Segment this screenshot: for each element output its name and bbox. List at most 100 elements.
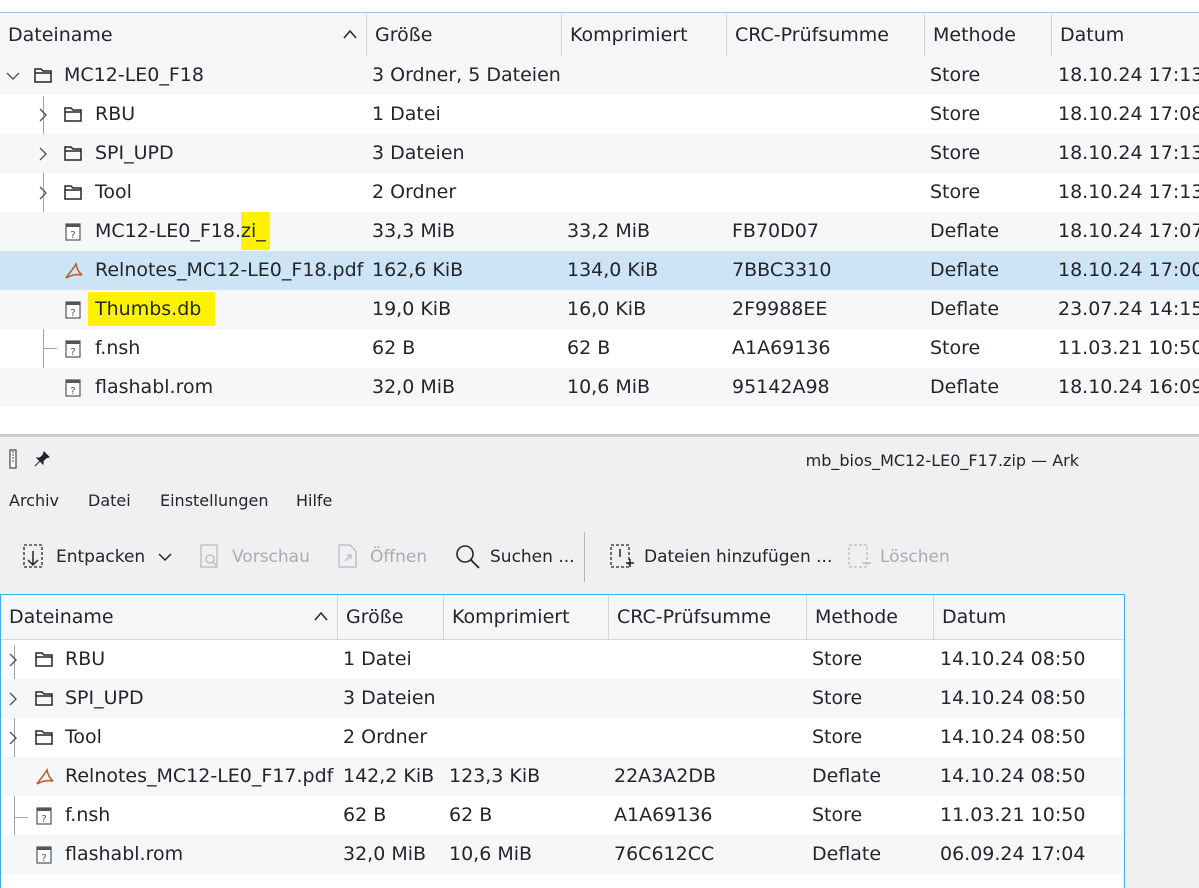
file-name: SPI_UPD [95, 142, 174, 164]
col-header-crc[interactable]: CRC-Prüfsumme [609, 595, 807, 639]
search-button[interactable]: Suchen ... [490, 546, 575, 568]
folder-icon [34, 68, 52, 83]
file-size: 1 Datei [343, 648, 412, 670]
table-row[interactable]: Relnotes_MC12-LE0_F17.pdf 142,2 KiB 123,… [1, 757, 1124, 796]
file-size: 19,0 KiB [372, 298, 452, 320]
preview-icon [200, 544, 218, 568]
file-name: MC12-LE0_F18.zi_ [95, 212, 270, 251]
highlighted-extension: zi_ [241, 212, 270, 250]
sort-ascending-icon [314, 611, 328, 621]
col-header-name[interactable]: Dateiname [1, 595, 338, 639]
svg-text:?: ? [70, 308, 75, 319]
table-row[interactable]: ? flashabl.rom 32,0 MiB 10,6 MiB 76C612C… [1, 835, 1124, 874]
file-name: flashabl.rom [95, 376, 214, 398]
search-icon[interactable] [455, 544, 481, 570]
file-method: Store [930, 103, 981, 125]
file-method: Store [930, 64, 981, 86]
file-name: Relnotes_MC12-LE0_F17.pdf [65, 765, 334, 787]
file-method: Store [930, 181, 981, 203]
chevron-right-icon[interactable] [7, 692, 19, 706]
open-button: Öffnen [370, 547, 428, 567]
table-row[interactable]: ? f.nsh 62 B 62 B A1A69136 Store 11.03.2… [1, 796, 1124, 835]
col-header-method[interactable]: Methode [925, 13, 1052, 57]
file-method: Store [812, 687, 863, 709]
table-row[interactable]: Tool 2 Ordner Store 14.10.24 08:50 [1, 718, 1124, 757]
col-header-compressed[interactable]: Komprimiert [562, 13, 727, 57]
table-row[interactable]: ? Thumbs.db 19,0 KiB 16,0 KiB 2F9988EE D… [0, 290, 1199, 329]
col-header-date[interactable]: Datum [1052, 13, 1199, 57]
extract-button[interactable]: Entpacken [56, 546, 145, 568]
unknown-file-icon: ? [65, 301, 81, 319]
table-row[interactable]: ? MC12-LE0_F18.zi_ 33,3 MiB 33,2 MiB FB7… [0, 212, 1199, 251]
col-header-date[interactable]: Datum [934, 595, 1124, 639]
col-header-compressed[interactable]: Komprimiert [444, 595, 609, 639]
col-header-size[interactable]: Größe [367, 13, 562, 57]
menu-einstellungen[interactable]: Einstellungen [160, 490, 268, 512]
title-bar[interactable]: mb_bios_MC12-LE0_F17.zip — Ark [0, 437, 1199, 479]
unknown-file-icon: ? [65, 379, 81, 397]
file-method: Deflate [930, 220, 1000, 242]
toolbar [0, 528, 1199, 586]
folder-icon [64, 185, 82, 200]
chevron-down-icon[interactable] [5, 70, 21, 82]
menu-hilfe[interactable]: Hilfe [296, 490, 332, 512]
svg-text:?: ? [70, 347, 75, 358]
file-method: Store [930, 142, 981, 164]
file-method: Deflate [930, 376, 1000, 398]
col-header-size-label: Größe [346, 606, 404, 628]
file-name: Relnotes_MC12-LE0_F18.pdf [95, 259, 364, 281]
col-header-size[interactable]: Größe [338, 595, 444, 639]
add-files-icon[interactable] [608, 543, 636, 571]
file-size: 32,0 MiB [372, 376, 456, 398]
extract-icon[interactable] [20, 543, 46, 571]
file-compressed: 62 B [567, 337, 611, 359]
chevron-right-icon[interactable] [7, 653, 19, 667]
chevron-right-icon[interactable] [37, 186, 49, 200]
col-header-crc-label: CRC-Prüfsumme [735, 24, 889, 46]
col-header-name[interactable]: Dateiname [0, 13, 367, 57]
file-name: flashabl.rom [65, 843, 184, 865]
table-row[interactable]: RBU 1 Datei Store 18.10.24 17:08 [0, 95, 1199, 134]
chevron-right-icon[interactable] [37, 108, 49, 122]
col-header-size-label: Größe [375, 24, 433, 46]
table-row-selected[interactable]: Relnotes_MC12-LE0_F18.pdf 162,6 KiB 134,… [0, 251, 1199, 290]
col-header-crc[interactable]: CRC-Prüfsumme [727, 13, 925, 57]
svg-text:?: ? [41, 853, 46, 864]
file-name: RBU [95, 103, 136, 125]
file-name: Thumbs.db [88, 292, 216, 326]
file-size: 162,6 KiB [372, 259, 464, 281]
table-row[interactable]: Tool 2 Ordner Store 18.10.24 17:13 [0, 173, 1199, 212]
table-row[interactable]: MC12-LE0_F18 3 Ordner, 5 Dateien Store 1… [0, 56, 1199, 95]
table-row[interactable]: SPI_UPD 3 Dateien Store 18.10.24 17:13 [0, 134, 1199, 173]
top-file-table: Dateiname Größe Komprimiert CRC-Prüfsumm… [0, 12, 1199, 412]
table-row[interactable]: SPI_UPD 3 Dateien Store 14.10.24 08:50 [1, 679, 1124, 718]
chevron-right-icon[interactable] [7, 731, 19, 745]
file-crc: FB70D07 [732, 220, 819, 242]
file-crc: 76C612CC [614, 843, 715, 865]
file-name: Tool [65, 726, 102, 748]
file-date: 18.10.24 17:13 [1058, 142, 1199, 164]
add-files-button[interactable]: Dateien hinzufügen ... [644, 546, 832, 568]
file-name-base: MC12-LE0_F18. [95, 220, 242, 242]
file-size: 32,0 MiB [343, 843, 427, 865]
col-header-name-label: Dateiname [9, 606, 114, 628]
menu-datei[interactable]: Datei [88, 490, 131, 512]
table-row[interactable]: ? flashabl.rom 32,0 MiB 10,6 MiB 95142A9… [0, 368, 1199, 407]
pin-icon[interactable] [34, 451, 50, 467]
app-icon[interactable] [6, 449, 20, 469]
col-header-method-label: Methode [815, 606, 898, 628]
file-size: 62 B [372, 337, 416, 359]
table-row[interactable]: ? f.nsh 62 B 62 B A1A69136 Store 11.03.2… [0, 329, 1199, 368]
file-crc: 7BBC3310 [732, 259, 832, 281]
chevron-right-icon[interactable] [37, 147, 49, 161]
file-date: 14.10.24 08:50 [940, 726, 1086, 748]
unknown-file-icon: ? [65, 223, 81, 241]
chevron-down-icon[interactable] [157, 551, 173, 563]
col-header-method[interactable]: Methode [807, 595, 934, 639]
file-name: MC12-LE0_F18 [64, 64, 204, 86]
svg-text:?: ? [41, 814, 46, 825]
table-row[interactable]: RBU 1 Datei Store 14.10.24 08:50 [1, 640, 1124, 680]
col-header-date-label: Datum [942, 606, 1007, 628]
menu-archiv[interactable]: Archiv [9, 490, 59, 512]
col-header-method-label: Methode [933, 24, 1016, 46]
